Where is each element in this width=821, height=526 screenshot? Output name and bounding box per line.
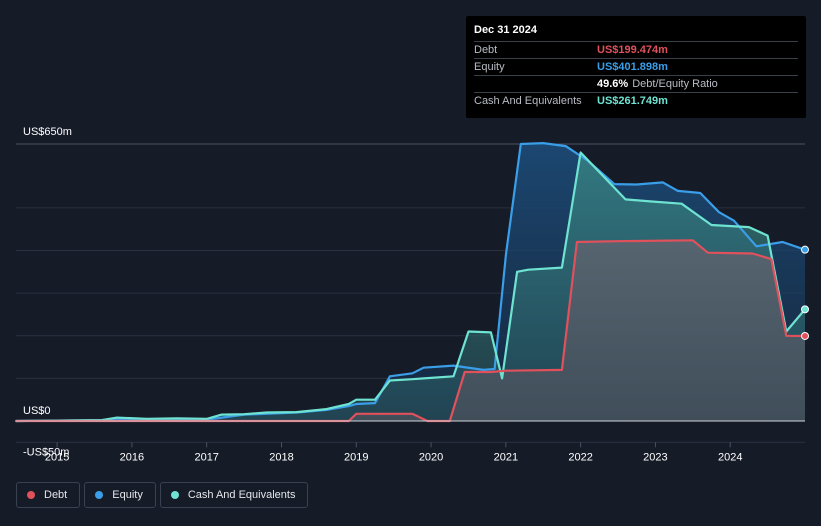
x-tick-label: 2017 <box>194 451 218 463</box>
x-tick-label: 2018 <box>269 451 293 463</box>
tooltip-value-equity: US$401.898m <box>597 61 668 73</box>
tooltip-value-debt: US$199.474m <box>597 44 668 56</box>
y-tick-label: US$650m <box>23 126 72 138</box>
legend-dot-icon <box>170 491 179 499</box>
legend-label: Equity <box>112 489 143 501</box>
legend-dot-icon <box>95 491 104 499</box>
data-tooltip: Dec 31 2024 Debt US$199.474m Equity US$4… <box>466 16 806 118</box>
legend-label: Cash And Equivalents <box>187 489 296 501</box>
x-tick-label: 2023 <box>643 451 667 463</box>
legend-item-cash[interactable]: Cash And Equivalents <box>159 482 309 508</box>
legend-label: Debt <box>44 489 68 501</box>
tooltip-value-ratio: 49.6% <box>597 78 629 90</box>
tooltip-row-equity: Equity US$401.898m <box>474 58 798 75</box>
x-tick-label: 2016 <box>120 451 144 463</box>
tooltip-label: Cash And Equivalents <box>474 95 582 107</box>
legend-dot-icon <box>27 491 35 499</box>
x-tick-label: 2021 <box>494 451 518 463</box>
x-tick-label: 2024 <box>718 451 742 463</box>
tooltip-row-debt: Debt US$199.474m <box>474 41 798 58</box>
end-marker-cash-and-equivalents <box>801 305 809 314</box>
x-tick-label: 2022 <box>568 451 592 463</box>
tooltip-label: Equity <box>474 61 505 73</box>
y-tick-label: US$0 <box>23 405 51 417</box>
legend: Debt Equity Cash And Equivalents <box>16 482 309 508</box>
x-tick-label: 2019 <box>344 451 368 463</box>
legend-item-equity[interactable]: Equity <box>84 482 156 508</box>
tooltip-row-ratio: 49.6% Debt/Equity Ratio <box>474 75 798 92</box>
tooltip-date: Dec 31 2024 <box>474 24 537 36</box>
legend-item-debt[interactable]: Debt <box>16 482 81 508</box>
end-marker-equity <box>801 245 809 254</box>
x-tick-label: 2020 <box>419 451 443 463</box>
y-tick-label: -US$50m <box>23 446 69 458</box>
tooltip-value-cash: US$261.749m <box>597 95 668 107</box>
tooltip-row-cash: Cash And Equivalents US$261.749m <box>474 92 798 109</box>
tooltip-label: Debt <box>474 44 498 56</box>
tooltip-ratio-caption: Debt/Equity Ratio <box>632 78 718 90</box>
end-marker-debt <box>801 331 809 340</box>
